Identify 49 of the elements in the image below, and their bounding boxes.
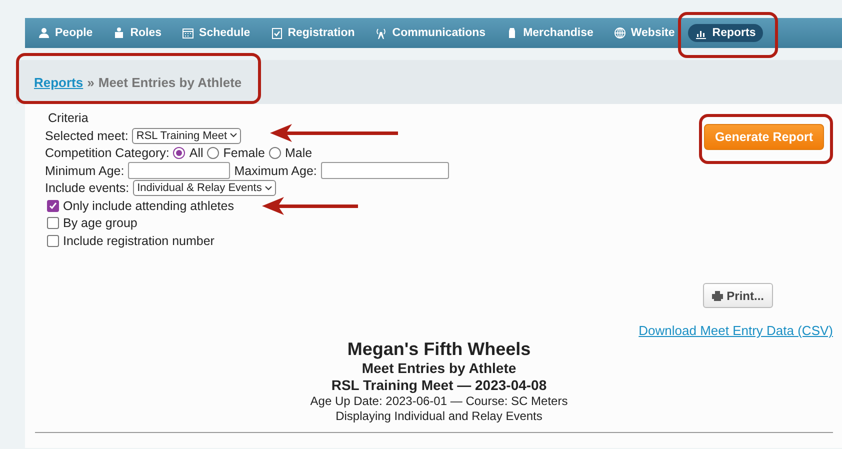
meet-dropdown[interactable]: RSL Training Meet xyxy=(132,128,242,144)
field-label: Competition Category: xyxy=(45,146,170,160)
report-title: Meet Entries by Athlete xyxy=(362,360,516,377)
antenna-icon xyxy=(375,27,388,39)
person-icon xyxy=(38,27,50,39)
nav-tab[interactable]: Roles xyxy=(106,24,169,42)
nav-tab[interactable]: People xyxy=(31,24,100,42)
breadcrumb-current: Meet Entries by Athlete xyxy=(98,74,242,90)
clipboard-icon xyxy=(270,27,283,39)
nav-tab[interactable]: Website xyxy=(606,24,682,42)
nav-tab[interactable]: Communications xyxy=(368,24,493,42)
print-button[interactable]: Print... xyxy=(702,283,773,308)
checkbox[interactable] xyxy=(47,200,59,212)
radio-button[interactable] xyxy=(268,147,281,160)
report-details: Age Up Date: 2023-06-01 — Course: SC Meters xyxy=(310,394,568,409)
nav-tab[interactable]: Schedule xyxy=(175,24,258,42)
events-dropdown[interactable]: Individual & Relay Events xyxy=(133,180,276,196)
field-label: Minimum Age: xyxy=(45,164,124,178)
checkbox[interactable] xyxy=(47,217,59,230)
checkbox-label: Include registration number xyxy=(63,234,214,248)
field-label: Include events: xyxy=(45,181,130,196)
breadcrumb-link[interactable]: Reports xyxy=(34,74,84,90)
radio-button[interactable] xyxy=(207,147,220,160)
checkbox-label: Only include attending athletes xyxy=(63,198,234,213)
field-label: Maximum Age: xyxy=(234,164,317,178)
input-field[interactable] xyxy=(320,162,449,180)
caret-icon xyxy=(264,186,272,191)
radio-label: Male xyxy=(284,146,312,160)
radio-label: Female xyxy=(223,146,265,160)
field-label: Selected meet: xyxy=(45,128,128,143)
report-display-note: Displaying Individual and Relay Events xyxy=(336,409,542,424)
breadcrumb-separator: » xyxy=(87,74,94,90)
nav-tab[interactable]: Reports xyxy=(688,24,763,42)
radio-button[interactable] xyxy=(173,147,186,160)
caret-icon xyxy=(230,133,238,138)
report-team-name: Megan's Fifth Wheels xyxy=(347,339,531,360)
nav-tab[interactable]: Merchandise xyxy=(499,24,600,42)
generate-report-button[interactable]: Generate Report xyxy=(704,124,824,150)
download-csv-link[interactable]: Download Meet Entry Data (CSV) xyxy=(638,323,833,338)
calendar-icon xyxy=(182,27,194,39)
globe-icon xyxy=(614,27,626,39)
section-title: Criteria xyxy=(48,111,88,126)
input-field[interactable] xyxy=(128,162,230,180)
checkbox-label: By age group xyxy=(63,216,138,230)
nav-tab[interactable]: Registration xyxy=(264,24,362,42)
radio-label: All xyxy=(189,146,204,160)
checkbox[interactable] xyxy=(47,234,59,247)
report-meet: RSL Training Meet — 2023-04-08 xyxy=(331,377,547,394)
person-badge-icon xyxy=(113,27,126,39)
